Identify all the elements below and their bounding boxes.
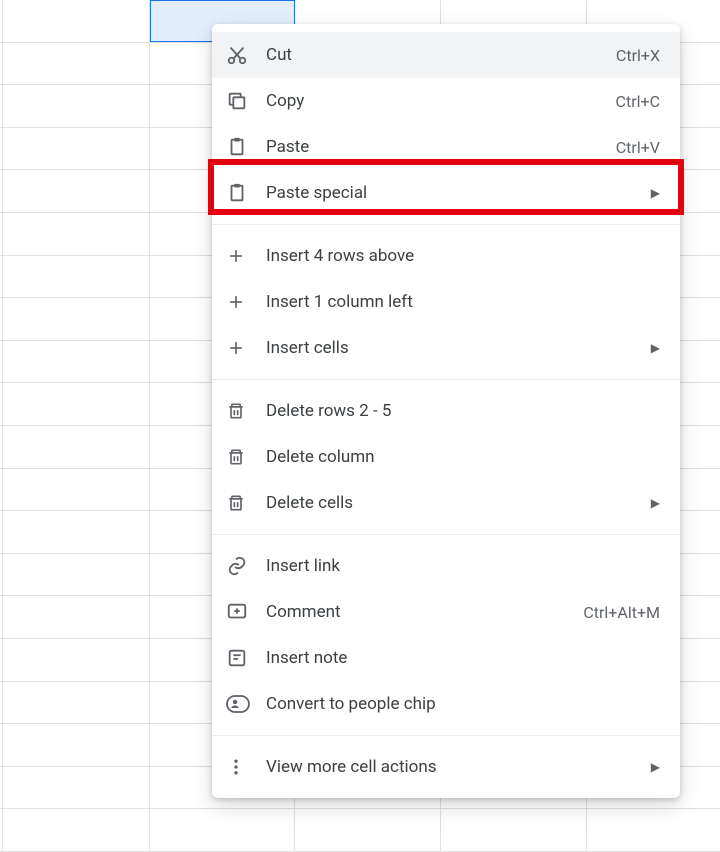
menu-label: Insert cells [266,338,651,358]
context-menu: Cut Ctrl+X Copy Ctrl+C Paste Ctrl+V [212,24,680,798]
copy-icon [226,90,266,112]
menu-label: Delete column [266,447,660,467]
menu-label: Delete cells [266,493,651,513]
link-icon [226,555,266,577]
menu-separator [212,379,680,380]
menu-item-paste[interactable]: Paste Ctrl+V [212,124,680,170]
plus-icon [226,292,266,312]
trash-icon [226,401,266,421]
menu-label: Convert to people chip [266,694,660,714]
menu-item-insert-link[interactable]: Insert link [212,543,680,589]
paste-icon [226,136,266,158]
menu-separator [212,224,680,225]
menu-shortcut: Ctrl+C [616,92,660,111]
submenu-arrow-icon: ▶ [651,186,660,200]
cut-icon [226,44,266,66]
menu-item-cut[interactable]: Cut Ctrl+X [212,32,680,78]
menu-label: Paste special [266,183,651,203]
menu-label: Insert 4 rows above [266,246,660,266]
menu-separator [212,735,680,736]
paste-icon [226,182,266,204]
menu-shortcut: Ctrl+Alt+M [583,603,660,622]
submenu-arrow-icon: ▶ [651,496,660,510]
menu-item-insert-note[interactable]: Insert note [212,635,680,681]
menu-label: Cut [266,45,616,65]
submenu-arrow-icon: ▶ [651,341,660,355]
submenu-arrow-icon: ▶ [651,760,660,774]
plus-icon [226,338,266,358]
trash-icon [226,447,266,467]
menu-item-insert-column[interactable]: Insert 1 column left [212,279,680,325]
menu-item-more-actions[interactable]: View more cell actions ▶ [212,744,680,790]
menu-item-delete-column[interactable]: Delete column [212,434,680,480]
menu-label: Delete rows 2 - 5 [266,401,660,421]
comment-icon [226,601,266,623]
menu-item-paste-special[interactable]: Paste special ▶ [212,170,680,216]
plus-icon [226,246,266,266]
menu-label: Insert link [266,556,660,576]
menu-label: Insert 1 column left [266,292,660,312]
menu-item-copy[interactable]: Copy Ctrl+C [212,78,680,124]
trash-icon [226,493,266,513]
person-chip-icon [226,695,266,713]
menu-separator [212,534,680,535]
menu-shortcut: Ctrl+V [616,138,660,157]
menu-item-delete-rows[interactable]: Delete rows 2 - 5 [212,388,680,434]
menu-label: Comment [266,602,583,622]
more-vert-icon [226,757,266,777]
menu-item-delete-cells[interactable]: Delete cells ▶ [212,480,680,526]
menu-item-comment[interactable]: Comment Ctrl+Alt+M [212,589,680,635]
menu-item-insert-rows[interactable]: Insert 4 rows above [212,233,680,279]
menu-label: View more cell actions [266,757,651,777]
menu-shortcut: Ctrl+X [616,46,660,65]
note-icon [226,647,266,669]
menu-item-people-chip[interactable]: Convert to people chip [212,681,680,727]
menu-label: Insert note [266,648,660,668]
menu-item-insert-cells[interactable]: Insert cells ▶ [212,325,680,371]
menu-label: Paste [266,137,616,157]
menu-label: Copy [266,91,616,111]
